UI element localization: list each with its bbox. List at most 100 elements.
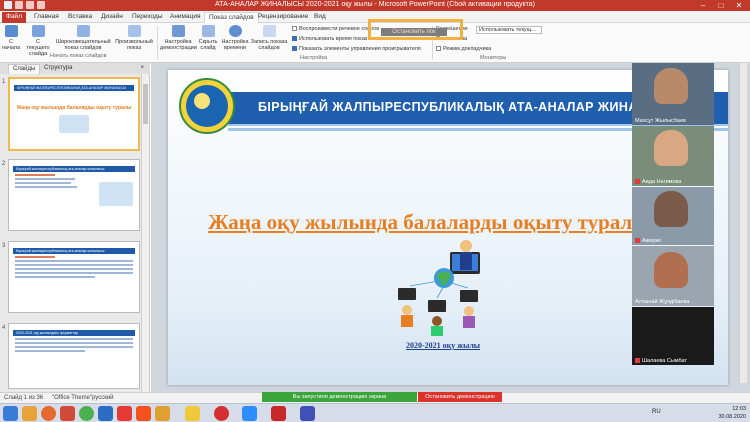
word-icon[interactable] bbox=[98, 406, 113, 421]
hide-slide-icon bbox=[201, 25, 215, 37]
participant-name: Ажерке bbox=[635, 238, 712, 244]
save-icon[interactable] bbox=[15, 1, 23, 9]
tab-slides[interactable]: Слайды bbox=[8, 64, 41, 74]
participant-video bbox=[654, 191, 688, 227]
slide-thumbnail[interactable]: 2020-2021 оқу жылындағы форматтар bbox=[8, 323, 140, 389]
chrome-icon[interactable] bbox=[79, 406, 94, 421]
online-learning-illustration bbox=[398, 240, 480, 336]
stop-share-tooltip[interactable]: Остановить пок bbox=[381, 28, 447, 36]
participant-name: Алтынай Жұндібаева bbox=[635, 299, 690, 305]
record-show-button[interactable]: Запись показа слайдов bbox=[250, 25, 288, 51]
from-current-button[interactable]: С текущего слайда bbox=[24, 25, 52, 57]
broadcast-icon bbox=[76, 25, 90, 37]
from-beginning-button[interactable]: С начала bbox=[2, 25, 20, 51]
media-icon[interactable] bbox=[155, 406, 170, 421]
thumb-line bbox=[15, 182, 71, 184]
participant-name: Махсұт Жылысбаев bbox=[635, 118, 686, 124]
firefox-icon[interactable] bbox=[41, 406, 56, 421]
use-timings-checkbox[interactable]: Использовать время показ bbox=[292, 36, 367, 42]
slide-thumbnail[interactable]: Бірыңғай жалпыреспубликалық ата-аналар ж… bbox=[8, 159, 140, 231]
tab-slideshow[interactable]: Показ слайдов bbox=[204, 12, 259, 23]
panel-tabs: Слайды Структура × bbox=[0, 63, 150, 74]
pdf-icon[interactable] bbox=[136, 406, 151, 421]
slide-number: 2 bbox=[2, 161, 6, 167]
tab-home[interactable]: Главная bbox=[30, 12, 63, 23]
tab-outline[interactable]: Структура bbox=[40, 64, 76, 74]
clock-date: 30.08.2020 bbox=[718, 414, 746, 420]
muted-mic-icon bbox=[635, 358, 640, 364]
academic-year-label: 2020-2021 оқу жылы bbox=[406, 341, 481, 350]
video-tile[interactable]: Алтынай Жұндібаева bbox=[632, 246, 714, 306]
slides-panel: Слайды Структура × 1 БІРЫҢҒАЙ ЖАЛПЫРЕСПУ… bbox=[0, 63, 150, 392]
rehearse-timings-button[interactable]: Настройка времени bbox=[221, 25, 249, 51]
maximize-button[interactable]: □ bbox=[712, 0, 730, 11]
explorer-icon[interactable] bbox=[22, 406, 37, 421]
editor-scrollbar[interactable] bbox=[739, 63, 747, 383]
slide-thumbnail[interactable]: БІРЫҢҒАЙ ЖАЛПЫРЕСПУБЛИКАЛЫҚ АТА-АНАЛАР Ж… bbox=[8, 77, 140, 151]
yandex-icon[interactable] bbox=[117, 406, 132, 421]
tab-review[interactable]: Рецензирование bbox=[254, 12, 312, 23]
tab-design[interactable]: Дизайн bbox=[97, 12, 127, 23]
tab-view[interactable]: Вид bbox=[310, 12, 330, 23]
minimize-button[interactable]: – bbox=[694, 0, 712, 11]
close-panel-button[interactable]: × bbox=[136, 64, 148, 74]
clock[interactable]: 12:03 30.08.2020 bbox=[718, 405, 746, 421]
thumb-line bbox=[15, 346, 133, 348]
thumb-line bbox=[15, 350, 85, 352]
zoom-icon[interactable] bbox=[242, 406, 257, 421]
slideshow-current-icon bbox=[31, 25, 45, 37]
slide-thumbnail[interactable]: Бірыңғай жалпыреспубликалық ата-аналар ж… bbox=[8, 241, 140, 313]
thumb-line bbox=[15, 256, 55, 258]
participant-video bbox=[654, 130, 688, 166]
broadcast-button[interactable]: Широковещательный показ слайдов bbox=[56, 25, 111, 51]
participant-video bbox=[654, 252, 688, 288]
video-tile[interactable]: Аида Нагимова bbox=[632, 126, 714, 186]
thumb-line bbox=[15, 338, 133, 340]
setup-show-icon bbox=[171, 25, 185, 37]
panel-scrollbar[interactable] bbox=[141, 74, 149, 392]
slide-number: 4 bbox=[2, 325, 6, 331]
video-tile[interactable]: Шалаева Сымбат bbox=[632, 307, 714, 365]
app-icon[interactable] bbox=[4, 1, 12, 9]
tab-file[interactable]: Файл bbox=[2, 12, 26, 23]
video-tile[interactable]: Ажерке bbox=[632, 187, 714, 245]
tab-insert[interactable]: Вставка bbox=[64, 12, 96, 23]
tab-transitions[interactable]: Переходы bbox=[128, 12, 167, 23]
muted-mic-icon bbox=[635, 179, 640, 185]
close-button[interactable]: ✕ bbox=[730, 0, 748, 11]
undo-icon[interactable] bbox=[26, 1, 34, 9]
opera-icon[interactable] bbox=[214, 406, 229, 421]
thumb-line bbox=[15, 268, 133, 270]
video-tile[interactable]: Махсұт Жылысбаев bbox=[632, 63, 714, 125]
muted-mic-icon bbox=[635, 238, 640, 244]
taskbar: RU 12:03 30.08.2020 bbox=[0, 403, 750, 422]
app-window-icon[interactable] bbox=[300, 406, 315, 421]
presenter-view-checkbox[interactable]: Режим докладчика bbox=[436, 46, 491, 52]
emblem-logo bbox=[179, 78, 235, 134]
thumb-line bbox=[15, 272, 133, 274]
window-title: АТА-АНАЛАР ЖИНАЛЫСЫ 2020-2021 оқу жылы -… bbox=[214, 1, 535, 8]
hide-slide-button[interactable]: Скрыть слайд bbox=[197, 25, 219, 51]
resolution-select[interactable]: Использовать текущ... bbox=[476, 26, 542, 34]
thumb-banner: Бірыңғай жалпыреспубликалық ата-аналар ж… bbox=[13, 166, 135, 172]
redo-icon[interactable] bbox=[37, 1, 45, 9]
clock-icon bbox=[228, 25, 242, 37]
thumb-banner: 2020-2021 оқу жылындағы форматтар bbox=[13, 330, 135, 336]
thumb-title: Жаңа оқу жылында балаларды оқыту туралы bbox=[16, 105, 132, 111]
scrollbar-thumb[interactable] bbox=[143, 84, 148, 124]
setup-show-button[interactable]: Настройка демонстрации bbox=[160, 25, 197, 51]
thumb-illustration bbox=[59, 115, 89, 133]
checkbox-box bbox=[292, 36, 297, 42]
keyboard-language[interactable]: RU bbox=[652, 409, 661, 415]
start-icon[interactable] bbox=[3, 406, 18, 421]
record-icon bbox=[262, 25, 276, 37]
tab-animation[interactable]: Анимация bbox=[166, 12, 205, 23]
narration-checkbox[interactable]: Воспроизвести речевое сопров bbox=[292, 26, 379, 32]
custom-show-button[interactable]: Произвольный показ bbox=[114, 25, 154, 51]
language-indicator[interactable]: русский bbox=[92, 395, 114, 401]
folder-icon[interactable] bbox=[185, 406, 200, 421]
stop-share-button[interactable]: Остановить демонстрацию bbox=[418, 392, 502, 402]
media-controls-checkbox[interactable]: Показать элементы управления проигрывате… bbox=[292, 46, 421, 52]
powerpoint-window-icon[interactable] bbox=[271, 406, 286, 421]
powerpoint-icon[interactable] bbox=[60, 406, 75, 421]
